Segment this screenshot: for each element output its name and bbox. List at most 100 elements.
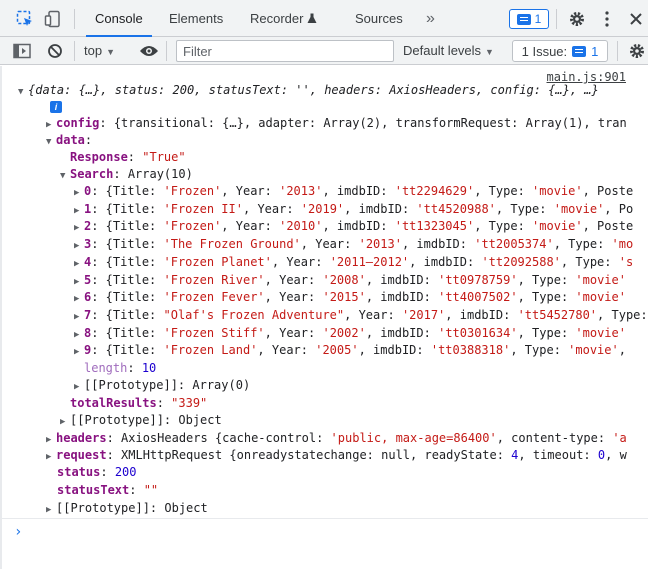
search-item-row[interactable]: ▶ 2: {Title: 'Frozen', Year: '2010', imdb… <box>0 218 648 235</box>
item-title: 'Frozen Land' <box>163 343 258 358</box>
item-imdb-key: imdbID <box>380 325 424 340</box>
expand-triangle-icon[interactable]: ▶ <box>74 238 84 253</box>
item-tail: , Poste <box>582 219 634 234</box>
expand-triangle-icon[interactable]: ▶ <box>74 274 84 289</box>
item-imdb: 'tt4520988' <box>416 201 496 216</box>
prop-request[interactable]: ▶ request: XMLHttpRequest {onreadystatech… <box>0 447 648 464</box>
log-levels-value: Default levels <box>403 43 482 58</box>
item-title-key: Title <box>112 219 150 234</box>
info-icon: i <box>50 101 62 113</box>
prop-key: totalResults <box>70 396 157 410</box>
item-title-key: Title <box>112 307 150 322</box>
tab-elements[interactable]: Elements <box>169 0 223 37</box>
expand-triangle-icon[interactable]: ▶ <box>74 185 84 200</box>
prop-headers[interactable]: ▶ headers: AxiosHeaders {cache-control: '… <box>0 430 648 447</box>
item-year: '2005' <box>315 343 359 358</box>
kebab-menu-icon[interactable] <box>597 9 617 29</box>
prop-data[interactable]: ▼ data: <box>0 132 648 149</box>
search-item-row[interactable]: ▶ 9: {Title: 'Frozen Land', Year: '2005',… <box>0 342 648 359</box>
search-item-row[interactable]: ▶ 1: {Title: 'Frozen II', Year: '2019', i… <box>0 201 648 218</box>
expand-triangle-icon[interactable]: ▶ <box>74 291 84 306</box>
prop-key: data <box>56 133 85 147</box>
expand-triangle-icon[interactable]: ▶ <box>74 203 84 218</box>
item-year: '2017' <box>401 307 446 322</box>
collapse-triangle-icon[interactable]: ▼ <box>18 84 28 99</box>
expand-triangle-icon[interactable]: ▶ <box>74 256 84 271</box>
item-index: 7 <box>84 307 92 322</box>
console-toolbar: top▼ Default levels▼ 1 Issue: 1 <box>0 37 648 65</box>
tab-recorder[interactable]: Recorder <box>250 0 317 37</box>
prop-value: {transitional: {…}, adapter: Array(2), t… <box>113 116 627 130</box>
console-prompt-chevron-icon[interactable]: › <box>14 524 22 540</box>
expand-triangle-icon[interactable]: ▶ <box>74 220 84 235</box>
toolbar-separator <box>74 41 75 61</box>
expand-triangle-icon[interactable]: ▶ <box>46 117 56 132</box>
tab-separator <box>556 9 557 29</box>
inspect-element-icon[interactable] <box>15 9 35 29</box>
expand-triangle-icon[interactable]: ▶ <box>74 344 84 359</box>
item-title: 'Frozen Stiff' <box>163 325 265 340</box>
item-type: 'movie' <box>553 201 605 216</box>
console-settings-gear-icon[interactable] <box>627 41 647 61</box>
prop-search[interactable]: ▼ Search: Array(10) <box>0 166 648 183</box>
log-entry-summary[interactable]: ▼ {data: {…}, status: 200, statusText: ''… <box>0 82 648 99</box>
search-item-row[interactable]: ▶ 5: {Title: 'Frozen River', Year: '2008'… <box>0 272 648 289</box>
item-year: '2008' <box>322 272 366 287</box>
item-imdb: 'tt0301634' <box>438 325 518 340</box>
expand-triangle-icon[interactable]: ▶ <box>46 502 56 517</box>
collapse-triangle-icon[interactable]: ▼ <box>60 168 70 183</box>
prop-prototype-array[interactable]: ▶ [[Prototype]]: Array(0) <box>0 377 648 394</box>
tab-separator <box>74 9 75 29</box>
prop-status: status: 200 <box>57 465 137 479</box>
prop-value: "339" <box>171 396 208 410</box>
item-imdb: 'tt2005374' <box>474 237 554 252</box>
item-title-key: Title <box>112 290 150 305</box>
clear-console-icon[interactable] <box>45 41 65 61</box>
item-imdb: 'tt1323045' <box>394 219 475 234</box>
settings-gear-icon[interactable] <box>567 9 587 29</box>
item-title-key: Title <box>112 201 150 216</box>
context-selector[interactable]: top ▼ <box>84 37 115 65</box>
prop-key: Response <box>70 150 128 164</box>
tab-sources[interactable]: Sources <box>355 0 403 37</box>
issues-button[interactable]: 1 Issue: 1 <box>512 40 608 62</box>
expand-triangle-icon[interactable]: ▶ <box>46 432 56 447</box>
expand-triangle-icon[interactable]: ▶ <box>74 309 84 324</box>
collapse-triangle-icon[interactable]: ▼ <box>46 134 56 149</box>
filter-input[interactable] <box>176 40 394 62</box>
expand-triangle-icon[interactable]: ▶ <box>46 449 56 464</box>
expand-triangle-icon[interactable]: ▶ <box>74 327 84 342</box>
item-year: '2013' <box>358 237 402 252</box>
prop-prototype-object[interactable]: ▶ [[Prototype]]: Object <box>0 412 648 429</box>
item-imdb-key: imdbID <box>380 272 424 287</box>
item-title-key: Title <box>112 343 150 358</box>
more-tabs-icon[interactable]: » <box>426 0 435 37</box>
prop-prototype-root[interactable]: ▶ [[Prototype]]: Object <box>0 500 648 517</box>
item-type: 'movie' <box>532 219 583 234</box>
issues-badge-button[interactable]: 1 <box>509 9 549 29</box>
prop-key: config <box>56 116 100 130</box>
context-selector-value: top <box>84 43 103 58</box>
log-levels-dropdown[interactable]: Default levels ▼ <box>403 37 494 65</box>
search-item-row[interactable]: ▶ 0: {Title: 'Frozen', Year: '2013', imdb… <box>0 183 648 200</box>
live-expression-eye-icon[interactable] <box>139 41 159 61</box>
prop-value-e: , w <box>605 448 627 462</box>
expand-triangle-icon[interactable]: ▶ <box>60 414 70 429</box>
close-devtools-icon[interactable] <box>626 9 646 29</box>
item-year-key: Year <box>235 219 265 234</box>
search-item-row[interactable]: ▶ 8: {Title: 'Frozen Stiff', Year: '2002'… <box>0 325 648 342</box>
item-tail: , <box>618 343 626 358</box>
prop-config[interactable]: ▶ config: {transitional: {…}, adapter: Ar… <box>0 115 648 132</box>
search-item-row[interactable]: ▶ 7: {Title: "Olaf's Frozen Adventure", Y… <box>0 307 648 324</box>
show-sidebar-icon[interactable] <box>12 41 32 61</box>
tab-console[interactable]: Console <box>86 0 152 37</box>
item-type-key: Type <box>532 272 561 287</box>
expand-triangle-icon[interactable]: ▶ <box>74 379 84 394</box>
device-toolbar-icon[interactable] <box>43 9 63 29</box>
prop-value-c: , timeout: <box>518 448 598 462</box>
search-item-row[interactable]: ▶ 6: {Title: 'Frozen Fever', Year: '2015'… <box>0 289 648 306</box>
search-item-row[interactable]: ▶ 3: {Title: 'The Frozen Ground', Year: '… <box>0 236 648 253</box>
search-item-row[interactable]: ▶ 4: {Title: 'Frozen Planet', Year: '2011… <box>0 254 648 271</box>
prop-value-d: 'a <box>612 431 627 445</box>
item-title-key: Title <box>112 184 150 198</box>
